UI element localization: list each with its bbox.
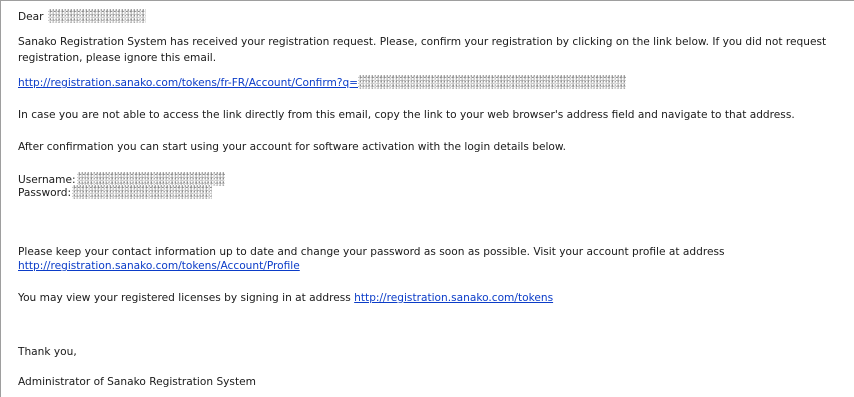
copy-instructions: In case you are not able to access the l…	[18, 109, 795, 121]
signature-text: Administrator of Sanako Registration Sys…	[18, 376, 256, 388]
greeting-text: Dear	[18, 11, 44, 23]
redacted-confirm-token	[358, 75, 627, 89]
after-confirmation-text: After confirmation you can start using y…	[18, 141, 566, 153]
confirm-link[interactable]: http://registration.sanako.com/tokens/fr…	[18, 77, 358, 89]
keep-info-text: Please keep your contact information up …	[18, 246, 725, 258]
redacted-username	[76, 172, 225, 186]
greeting-line: Dear	[18, 9, 146, 24]
licenses-line: You may view your registered licenses by…	[18, 291, 553, 305]
password-line: Password:	[18, 185, 213, 200]
password-label: Password:	[18, 187, 72, 199]
confirm-link-line: http://registration.sanako.com/tokens/fr…	[18, 75, 627, 90]
licenses-text: You may view your registered licenses by…	[18, 292, 351, 304]
tokens-link[interactable]: http://registration.sanako.com/tokens	[354, 292, 553, 304]
profile-link-line: http://registration.sanako.com/tokens/Ac…	[18, 259, 300, 273]
redacted-password	[72, 185, 213, 199]
redacted-recipient-name	[47, 9, 146, 23]
profile-link[interactable]: http://registration.sanako.com/tokens/Ac…	[18, 260, 300, 272]
intro-paragraph: Sanako Registration System has received …	[18, 36, 827, 64]
thanks-text: Thank you,	[18, 346, 77, 358]
